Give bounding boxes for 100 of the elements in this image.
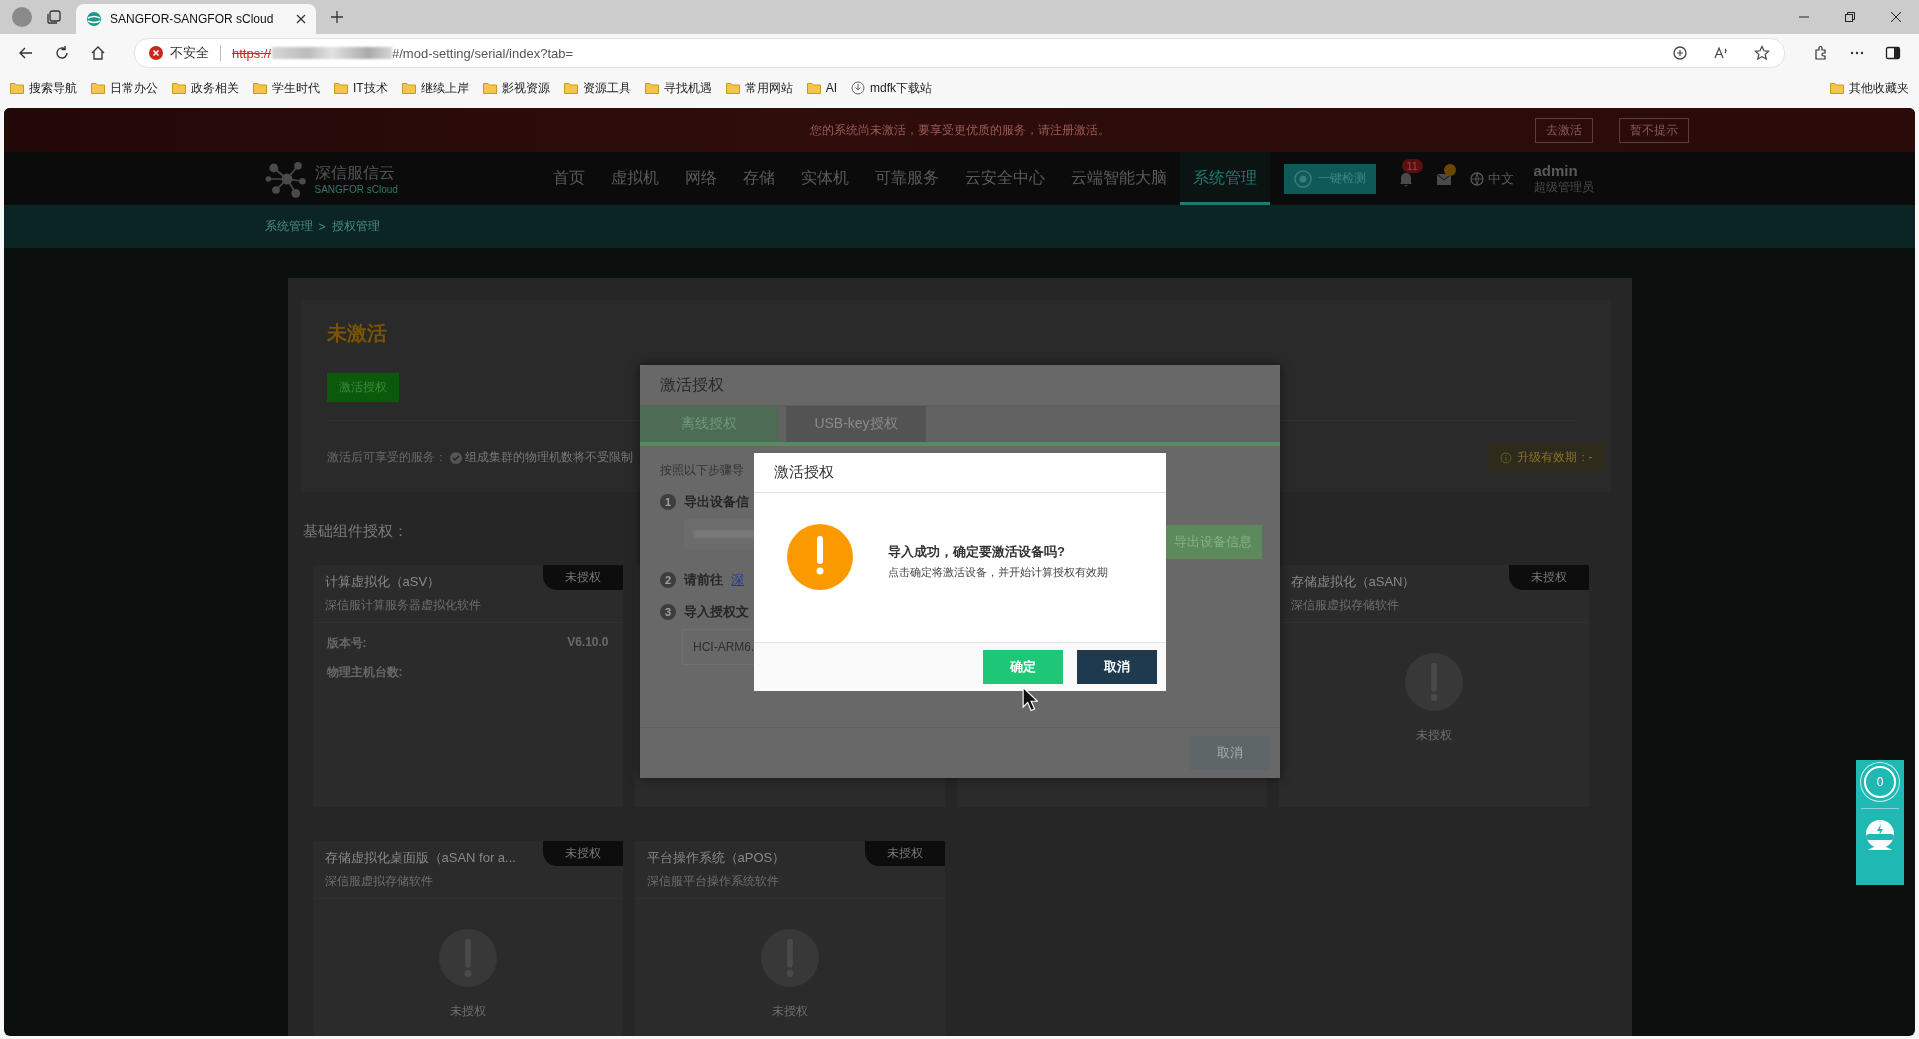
home-icon[interactable] <box>90 45 106 61</box>
read-aloud-icon[interactable] <box>1713 45 1729 61</box>
step-number: 2 <box>660 572 676 588</box>
folder-icon <box>644 81 659 95</box>
info-icon <box>1499 451 1512 464</box>
field-label: 版本号: <box>326 635 367 652</box>
confirm-detail: 点击确定将激活设备，并开始计算授权有效期 <box>888 565 1108 580</box>
download-icon <box>851 81 865 95</box>
field-label: 物理主机台数: <box>326 664 403 681</box>
upgrade-validity-tag: 升级有效期：- <box>1487 443 1605 472</box>
folder-icon <box>401 81 416 95</box>
confirm-button[interactable]: 确定 <box>983 650 1063 684</box>
activation-status: 未激活 <box>326 321 388 346</box>
nav-item[interactable]: 网络 <box>671 152 730 205</box>
nav-item[interactable]: 云安全中心 <box>951 152 1058 205</box>
status-badge: 未授权 <box>542 565 623 590</box>
folder-icon <box>725 81 740 95</box>
status-badge: 未授权 <box>1508 565 1589 590</box>
new-tab-icon[interactable] <box>330 10 344 24</box>
unlicensed-label: 未授权 <box>1415 727 1452 744</box>
folder-icon <box>563 81 578 95</box>
address-bar[interactable]: 不安全 https:// #/mod-setting/serial/index?tab= <box>134 38 1785 68</box>
folder-icon <box>806 81 821 95</box>
alert-dot-icon <box>1443 163 1456 176</box>
folder-icon <box>253 81 267 95</box>
step-title: 导出设备信 <box>684 493 749 511</box>
exclamation-icon <box>760 929 819 987</box>
bookmark-item[interactable]: 日常办公 <box>91 79 158 97</box>
card-description: 深信服虚拟存储软件 <box>1289 597 1400 614</box>
gauge-icon <box>1293 169 1312 188</box>
url-scheme: https:// <box>232 45 272 61</box>
cancel-button[interactable]: 取消 <box>1190 736 1270 770</box>
bookmark-item[interactable]: 搜索导航 <box>10 79 77 97</box>
field-value: V6.10.0 <box>567 635 609 651</box>
banner-button[interactable]: 去激活 <box>1535 117 1593 143</box>
bookmark-item[interactable]: 寻找机遇 <box>644 79 712 97</box>
warning-icon <box>787 524 853 590</box>
step-number: 3 <box>660 604 676 620</box>
dialog-title: 激活授权 <box>754 453 1166 493</box>
unlicensed-label: 未授权 <box>449 1003 486 1020</box>
cancel-button[interactable]: 取消 <box>1077 650 1157 684</box>
tabs-icon[interactable] <box>46 9 62 25</box>
status-badge: 未授权 <box>542 841 623 866</box>
close-icon[interactable] <box>296 14 306 24</box>
bookmark-item[interactable]: 政务相关 <box>172 79 239 97</box>
bookmark-item[interactable]: mdfk下载站 <box>851 79 933 97</box>
card-title: 计算虚拟化（aSV） <box>323 573 442 591</box>
folder-icon <box>172 81 186 95</box>
card-title: 存储虚拟化（aSAN） <box>1289 573 1417 591</box>
folder-icon <box>1830 81 1844 95</box>
globe-icon <box>1469 171 1484 186</box>
security-label[interactable]: 不安全 <box>170 44 209 62</box>
notification-badge: 11 <box>1401 158 1423 173</box>
nav-item[interactable]: 系统管理 <box>1179 152 1270 205</box>
bookmark-item[interactable]: AI <box>806 81 837 95</box>
bookmark-item[interactable]: 继续上岸 <box>401 79 469 97</box>
bookmark-item[interactable]: 学生时代 <box>253 79 320 97</box>
bookmark-item[interactable]: 资源工具 <box>563 79 631 97</box>
restore-icon[interactable] <box>1845 12 1855 22</box>
nav-item[interactable]: 可靠服务 <box>861 152 952 205</box>
bookmark-item[interactable]: 常用网站 <box>725 79 793 97</box>
card-description: 深信服平台操作系统软件 <box>645 873 780 890</box>
close-icon[interactable] <box>1891 12 1901 22</box>
bookmark-item[interactable]: 影视资源 <box>482 79 550 97</box>
section-title: 基础组件授权： <box>302 522 408 541</box>
check-circle-icon <box>449 451 462 464</box>
exclamation-icon <box>438 929 497 987</box>
breadcrumb-link[interactable]: 系统管理 <box>264 218 313 235</box>
banner-message: 您的系统尚未激活，要享受更优质的服务，请注册激活。 <box>809 121 1110 139</box>
step-title: 导入授权文 <box>684 603 749 621</box>
star-icon[interactable] <box>1754 45 1770 61</box>
nav-item[interactable]: 虚拟机 <box>597 152 672 205</box>
product-name: 深信服信云 <box>314 162 396 183</box>
product-subtitle: SANGFOR sCloud <box>314 183 399 195</box>
folder-icon <box>91 81 105 95</box>
language-label[interactable]: 中文 <box>1487 169 1514 188</box>
user-name[interactable]: admin <box>1533 161 1594 179</box>
back-icon[interactable] <box>18 45 34 61</box>
nav-item[interactable]: 实体机 <box>787 152 862 205</box>
browser-tab[interactable]: SANGFOR-SANGFOR sCloud <box>76 4 316 34</box>
extensions-icon[interactable] <box>1813 45 1829 61</box>
assistant-widget[interactable]: 0 <box>1856 760 1904 885</box>
warning-icon <box>149 46 163 60</box>
nav-item[interactable]: 首页 <box>539 152 598 205</box>
exclamation-icon <box>1404 653 1463 711</box>
vendor-link[interactable]: 深 <box>731 571 744 589</box>
sidebar-icon[interactable] <box>1885 45 1901 61</box>
status-badge: 未授权 <box>864 841 945 866</box>
card-description: 深信服虚拟存储软件 <box>323 873 434 890</box>
breadcrumb-link[interactable]: 授权管理 <box>331 218 380 235</box>
refresh-icon[interactable] <box>54 45 70 61</box>
service-text: 组成集群的物理机数将不受限制 <box>464 449 633 466</box>
nav-item[interactable]: 存储 <box>729 152 788 205</box>
bookmark-item[interactable]: IT技术 <box>334 79 388 97</box>
folder-icon <box>482 81 497 95</box>
nav-item[interactable]: 云端智能大脑 <box>1057 152 1180 205</box>
banner-button[interactable]: 暂不提示 <box>1619 117 1689 143</box>
card-title: 存储虚拟化桌面版（aSAN for a... <box>323 849 517 867</box>
folder-icon <box>10 81 24 95</box>
bookmark-item[interactable]: 其他收藏夹 <box>1830 79 1909 97</box>
